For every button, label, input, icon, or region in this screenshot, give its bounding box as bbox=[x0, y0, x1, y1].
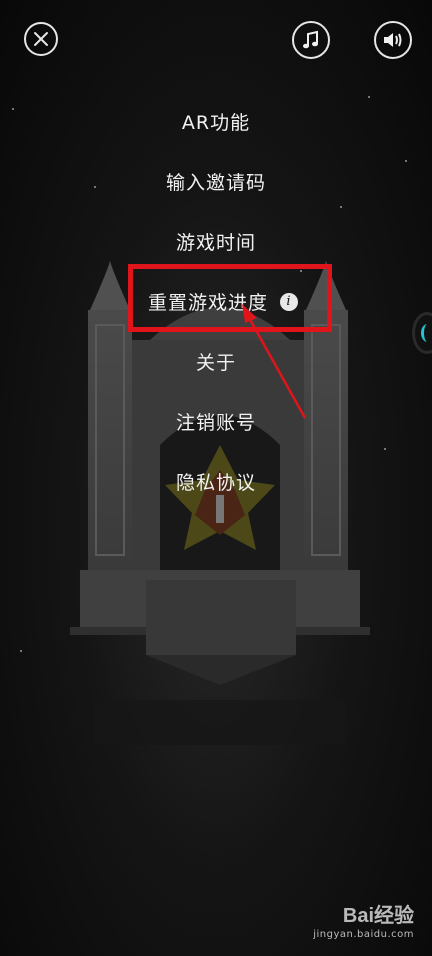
watermark: Bai经验 jingyan.baidu.com bbox=[313, 899, 414, 940]
annotation-arrow bbox=[242, 304, 307, 419]
watermark-brand: Bai经验 bbox=[342, 905, 414, 927]
watermark-url: jingyan.baidu.com bbox=[313, 929, 414, 940]
settings-screen: AR功能 输入邀请码 游戏时间 重置游戏进度 i 关于 注销账号 隐私协议 Bai… bbox=[0, 0, 432, 956]
